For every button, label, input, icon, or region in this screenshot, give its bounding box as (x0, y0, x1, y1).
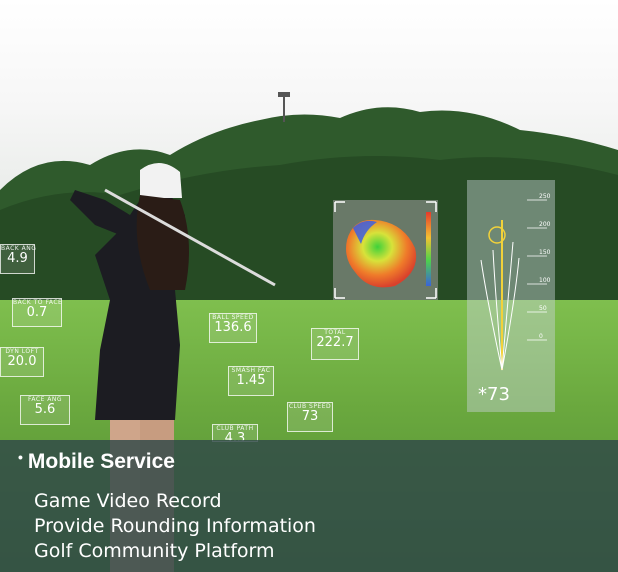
tracer-tick: 200 (539, 221, 551, 228)
tracer-tick: 50 (539, 305, 547, 312)
service-item: Game Video Record (34, 490, 222, 512)
stat-ball-speed: BALL SPEED 136.6 (209, 313, 257, 343)
hero-banner: BACK ANG 4.9 BACK TO FACE 0.7 DYN LOFT 2… (0, 0, 618, 572)
service-title-text: Mobile Service (27, 450, 175, 473)
shot-tracer-panel: 250 200 150 100 50 0 (467, 180, 555, 412)
tracer-tick: 100 (539, 277, 551, 284)
tracer-value: *73 (478, 384, 510, 405)
tracer-tick: 250 (539, 193, 551, 200)
service-item: Provide Rounding Information (34, 515, 316, 537)
shot-tracer-graph: 250 200 150 100 50 0 (480, 193, 551, 371)
stat-label: DYN LOFT (5, 348, 39, 355)
impact-heatmap (334, 201, 437, 299)
stat-label: TOTAL (324, 329, 346, 336)
stat-total: TOTAL 222.7 (311, 328, 359, 360)
stat-dyn-loft: DYN LOFT 20.0 (0, 347, 44, 377)
stat-label: BACK TO FACE (13, 299, 63, 306)
stat-face-ang: FACE ANG 5.6 (20, 395, 70, 425)
stat-smash-fac: SMASH FAC 1.45 (228, 366, 274, 396)
stat-value: 1.45 (236, 373, 266, 388)
stat-label: CLUB PATH (216, 425, 254, 432)
stat-value: 20.0 (7, 354, 37, 369)
stat-value: 0.7 (26, 305, 48, 320)
stat-value: 5.6 (34, 402, 56, 417)
stat-label: BALL SPEED (212, 314, 254, 321)
stat-back-ang: BACK ANG 4.9 (0, 244, 37, 274)
stat-value: 4.9 (7, 251, 28, 266)
stat-label: SMASH FAC (231, 367, 271, 374)
stat-value: 222.7 (316, 335, 354, 350)
service-item: Golf Community Platform (34, 540, 275, 562)
stat-value: 136.6 (214, 320, 252, 335)
stat-back-to-face: BACK TO FACE 0.7 (12, 298, 62, 327)
tracer-tick: 150 (539, 249, 551, 256)
stat-value: 73 (301, 409, 319, 424)
bullet-icon: • (18, 449, 23, 465)
service-title: • Mobile Service (18, 449, 175, 474)
stat-label: CLUB SPEED (288, 403, 332, 410)
impact-heatmap-panel (333, 200, 438, 300)
stat-label: BACK ANG (1, 245, 37, 252)
stat-label: FACE ANG (27, 396, 63, 403)
tracer-tick: 0 (539, 333, 543, 340)
stat-club-speed: CLUB SPEED 73 (287, 402, 333, 432)
